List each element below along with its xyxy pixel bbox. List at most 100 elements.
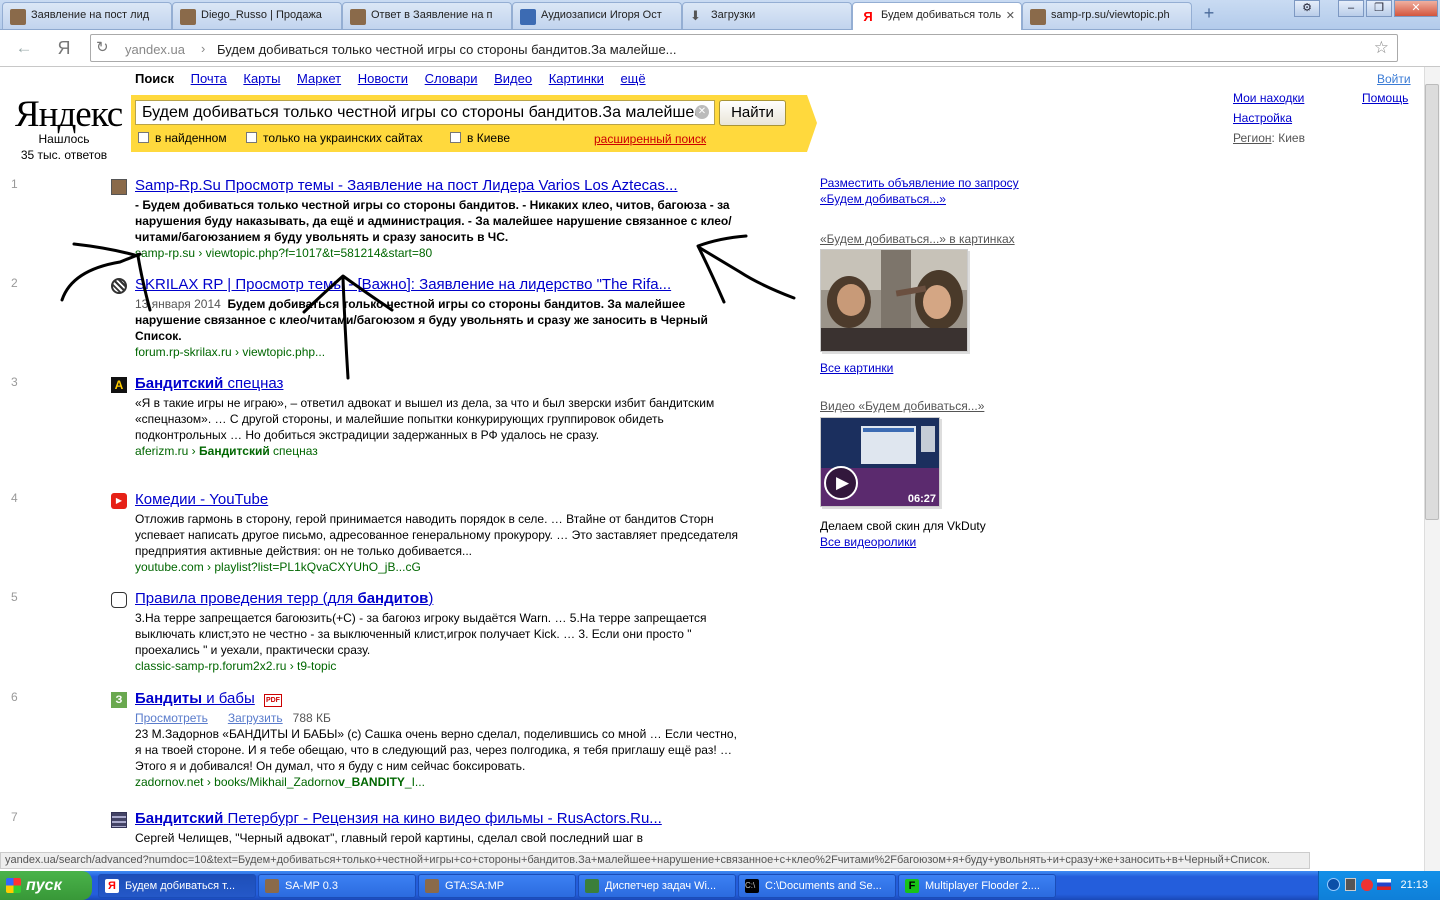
result-title-link[interactable]: Бандитский Петербург - Рецензия на кино …	[135, 810, 662, 827]
result-url[interactable]: samp-rp.su › viewtopic.php?f=1017&t=5812…	[135, 246, 432, 260]
title-rest: спецназ	[223, 375, 284, 392]
snippet-text: 3.На терре запрещается багоюзить(+С) - з…	[135, 611, 707, 657]
settings-icon[interactable]: ⚙	[1294, 0, 1320, 17]
place-ad-query-link[interactable]: «Будем добиваться...»	[820, 192, 946, 206]
taskbar-item-browser[interactable]: Я Будем добиваться т...	[98, 874, 256, 898]
taskbar-item-samp[interactable]: SA-MP 0.3	[258, 874, 416, 898]
checkbox-box[interactable]	[246, 132, 257, 143]
video-thumbnail[interactable]: ▶ 06:27	[820, 417, 940, 507]
help-link[interactable]: Помощь	[1362, 91, 1408, 105]
result-url[interactable]: classic-samp-rp.forum2x2.ru › t9-topic	[135, 659, 336, 673]
region-selector[interactable]: Регион: Киев	[1233, 131, 1305, 145]
service-maps[interactable]: Карты	[243, 71, 280, 86]
settings-link[interactable]: Настройка	[1233, 111, 1292, 125]
browser-tab[interactable]: Заявление на пост лид	[2, 2, 172, 29]
service-news[interactable]: Новости	[358, 71, 408, 86]
browser-tab[interactable]: Diego_Russo | Продажа	[172, 2, 342, 29]
language-flag-icon[interactable]	[1377, 879, 1391, 890]
search-band-arrow	[807, 95, 817, 152]
address-bar[interactable]: ↻ yandex.ua › Будем добиваться только че…	[90, 34, 1398, 62]
yandex-results-page: Яндекс Нашлось 35 тыс. ответов Поиск Поч…	[0, 67, 1424, 857]
yandex-favicon-icon: Я	[860, 9, 876, 25]
advanced-search-link[interactable]: расширенный поиск	[594, 132, 706, 146]
service-video[interactable]: Видео	[494, 71, 532, 86]
result-url[interactable]: youtube.com › playlist?list=PL1kQvaCXYUh…	[135, 560, 421, 574]
service-mail[interactable]: Почта	[191, 71, 227, 86]
video-block-title[interactable]: Видео «Будем добиваться...»	[820, 399, 984, 413]
new-tab-button[interactable]: +	[1198, 4, 1220, 24]
download-link[interactable]: Загрузить	[228, 711, 283, 725]
restore-button[interactable]: ❐	[1366, 0, 1392, 17]
images-block-title[interactable]: «Будем добиваться...» в картинках	[820, 232, 1015, 246]
task-label: Диспетчер задач Wi...	[605, 880, 717, 892]
taskbar-item-flooder[interactable]: F Multiplayer Flooder 2....	[898, 874, 1056, 898]
url-host: yandex.ua	[125, 42, 185, 57]
back-icon[interactable]: ←	[12, 37, 36, 59]
search-button[interactable]: Найти	[719, 100, 786, 126]
all-videos-link[interactable]: Все видеоролики	[820, 535, 916, 549]
close-window-button[interactable]: ✕	[1394, 0, 1438, 17]
my-finds-link[interactable]: Мои находки	[1233, 91, 1304, 105]
result-date: 13 января 2014	[135, 297, 221, 311]
reload-icon[interactable]: ↻	[96, 38, 109, 56]
result-title-link[interactable]: Бандитский спецназ	[135, 375, 283, 392]
service-market[interactable]: Маркет	[297, 71, 341, 86]
browser-tab[interactable]: ⬇ Загрузки	[682, 2, 852, 29]
browser-tab[interactable]: Аудиозаписи Игоря Ост	[512, 2, 682, 29]
network-icon[interactable]	[1327, 878, 1340, 891]
flooder-icon: F	[905, 879, 919, 893]
place-ad-link[interactable]: Разместить объявление по запросу	[820, 176, 1019, 190]
task-manager-icon	[585, 879, 599, 893]
result-number: 5	[11, 590, 18, 604]
task-label: Будем добиваться т...	[125, 880, 236, 892]
taskbar-item-cmd[interactable]: C:\ C:\Documents and Se...	[738, 874, 896, 898]
service-dictionaries[interactable]: Словари	[425, 71, 478, 86]
checkbox-box[interactable]	[450, 132, 461, 143]
yandex-logo[interactable]: Яндекс	[15, 93, 123, 136]
right-column: Разместить объявление по запросу «Будем …	[820, 175, 1060, 549]
service-more[interactable]: ещё	[620, 71, 645, 86]
file-size: 788 КБ	[292, 711, 331, 725]
result-title-link[interactable]: SKRILAX RP | Просмотр темы - [Важно]: За…	[135, 276, 671, 293]
taskbar-item-task-manager[interactable]: Диспетчер задач Wi...	[578, 874, 736, 898]
task-label: C:\Documents and Se...	[765, 880, 882, 892]
video-caption: Делаем свой скин для VkDuty	[820, 519, 986, 533]
clear-search-icon[interactable]: ✕	[695, 105, 709, 119]
yandex-browser-icon[interactable]: Я	[52, 37, 76, 59]
result-url[interactable]: aferizm.ru › Бандитский спецназ	[135, 444, 318, 458]
region-label[interactable]: Регион	[1233, 131, 1272, 145]
minimize-button[interactable]: –	[1338, 0, 1364, 17]
task-label: Multiplayer Flooder 2....	[925, 880, 1040, 892]
all-images-link[interactable]: Все картинки	[820, 361, 893, 375]
search-input[interactable]: Будем добиваться только честной игры со …	[135, 100, 715, 125]
browser-tab[interactable]: Ответ в Заявление на п	[342, 2, 512, 29]
play-icon[interactable]: ▶	[824, 466, 858, 500]
tab-label: Будем добиваться толь	[881, 9, 1002, 21]
checkbox-in-found[interactable]: в найденном	[138, 131, 227, 145]
snippet-text: 23 М.Задорнов «БАНДИТЫ И БАБЫ» (с) Сашка…	[135, 727, 737, 773]
site-favicon-icon	[111, 179, 127, 195]
result-title-link[interactable]: Правила проведения терр (для бандитов)	[135, 590, 433, 607]
antivirus-icon[interactable]	[1361, 879, 1373, 891]
browser-tab[interactable]: samp-rp.su/viewtopic.ph	[1022, 2, 1192, 29]
taskbar-item-gta[interactable]: GTA:SA:MP	[418, 874, 576, 898]
device-icon[interactable]	[1345, 878, 1356, 891]
login-link[interactable]: Войти	[1377, 72, 1411, 86]
result-url[interactable]: zadornov.net › books/Mikhail_Zadornov_BA…	[135, 775, 425, 789]
result-title-link[interactable]: Комедии - YouTube	[135, 491, 268, 508]
start-button[interactable]: пуск	[0, 871, 92, 900]
bookmark-star-icon[interactable]: ☆	[1374, 38, 1389, 58]
result-title-link[interactable]: Бандиты и бабы	[135, 690, 255, 707]
browser-tab-active[interactable]: Я Будем добиваться толь ✕	[852, 2, 1022, 30]
close-tab-icon[interactable]: ✕	[1006, 9, 1015, 22]
checkbox-in-kiev[interactable]: в Киеве	[450, 131, 510, 145]
result-title-link[interactable]: Samp-Rp.Su Просмотр темы - Заявление на …	[135, 177, 678, 194]
title-bold: Бандиты	[135, 690, 203, 707]
result-url[interactable]: forum.rp-skrilax.ru › viewtopic.php...	[135, 345, 325, 359]
checkbox-box[interactable]	[138, 132, 149, 143]
image-thumbnail[interactable]	[820, 249, 968, 352]
view-link[interactable]: Просмотреть	[135, 711, 208, 725]
checkbox-ukrainian-sites[interactable]: только на украинских сайтах	[246, 131, 423, 145]
service-images[interactable]: Картинки	[549, 71, 604, 86]
scrollbar-thumb[interactable]	[1425, 84, 1439, 520]
